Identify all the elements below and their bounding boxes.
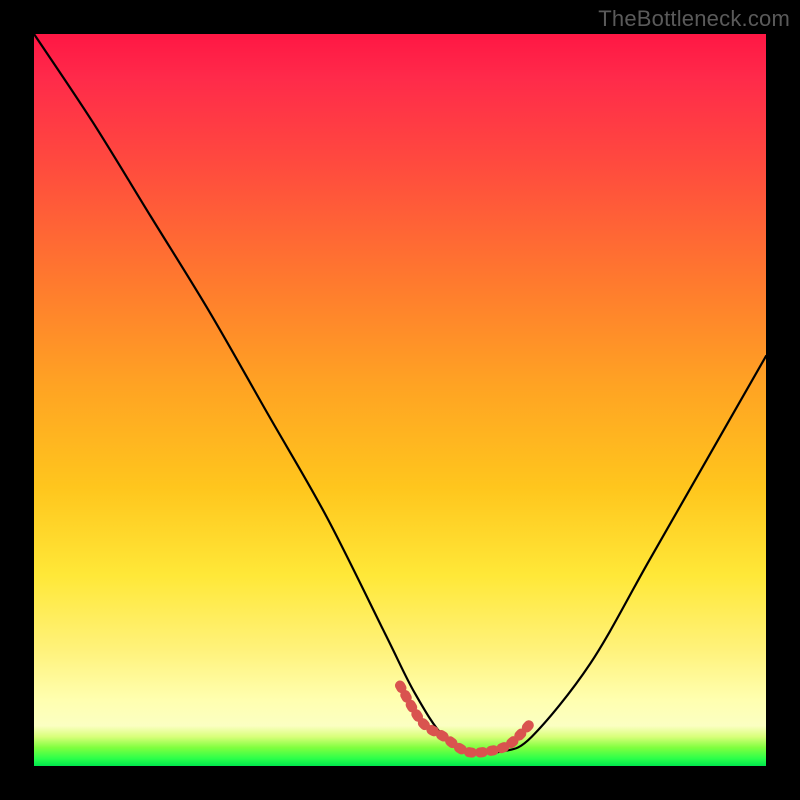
gradient-plot-area: [34, 34, 766, 766]
optimal-range-highlight: [400, 685, 532, 752]
watermark-text: TheBottleneck.com: [598, 6, 790, 32]
chart-frame: TheBottleneck.com: [0, 0, 800, 800]
bottleneck-curve: [34, 34, 766, 753]
curve-layer: [34, 34, 766, 766]
